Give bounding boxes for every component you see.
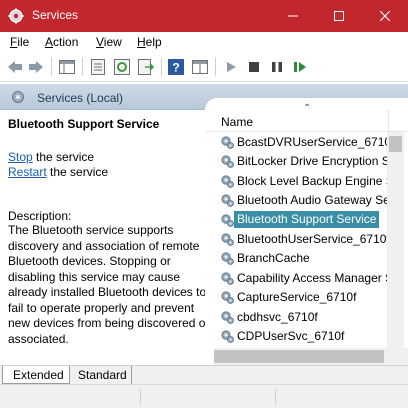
menu-file[interactable]: File [10, 35, 29, 49]
description-text: The Bluetooth service supports discovery… [8, 223, 210, 346]
menu-bar: File Action View Help [0, 32, 408, 52]
minimize-button[interactable] [270, 0, 316, 32]
service-gear-icon [219, 173, 235, 189]
services-gear-icon [8, 8, 24, 24]
service-name: BcastDVRUserService_6710f [237, 135, 395, 149]
restart-action: Restart the service [8, 165, 108, 179]
help-icon: ? [168, 59, 184, 75]
toolbar: ? [0, 52, 408, 82]
mmc-icon [192, 60, 208, 74]
service-name: BitLocker Drive Encryption S... [237, 154, 400, 169]
service-gear-icon [219, 289, 235, 305]
forward-icon [29, 61, 43, 73]
service-detail-pane: Bluetooth Support Service Stop the servi… [0, 110, 214, 365]
window-title: Services [32, 8, 79, 22]
service-gear-icon [219, 250, 235, 266]
tab-standard[interactable]: Standard [70, 366, 132, 384]
table-row[interactable]: BitLocker Drive Encryption S... [205, 151, 400, 170]
refresh-button[interactable] [113, 58, 131, 76]
maximize-icon [334, 11, 344, 21]
status-bar [0, 384, 408, 408]
service-name: Bluetooth Support Service [234, 210, 380, 228]
service-gear-icon [219, 153, 235, 169]
service-name: CaptureService_6710f [237, 290, 357, 305]
horizontal-scroll-thumb[interactable] [214, 350, 384, 363]
help-button[interactable]: ? [167, 58, 185, 76]
service-name: BluetoothUserService_6710f [237, 231, 390, 246]
services-gear-icon [12, 91, 24, 103]
table-row[interactable]: BluetoothUserService_6710f [205, 229, 390, 248]
table-row[interactable]: CDPUserSvc_6710f [205, 326, 388, 345]
tab-extended[interactable]: Extended [2, 366, 70, 384]
service-gear-icon [219, 309, 235, 325]
maximize-button[interactable] [316, 0, 362, 32]
restart-service-button[interactable] [291, 58, 309, 76]
restart-suffix: the service [46, 165, 109, 179]
stop-suffix: the service [32, 150, 95, 164]
menu-help[interactable]: Help [137, 35, 162, 49]
service-gear-icon [219, 231, 235, 247]
view-tabs: Extended Standard [0, 365, 408, 384]
properties-button[interactable] [89, 58, 107, 76]
table-row[interactable]: BranchCache [205, 248, 388, 267]
service-name: Block Level Backup Engine S... [237, 173, 404, 188]
menu-view[interactable]: View [96, 35, 122, 49]
name-column-header[interactable]: Name [205, 110, 408, 132]
svg-text:?: ? [172, 61, 179, 75]
services-list-pane: ⌃ Name BcastDVRUserService_6710f BitLocke… [205, 98, 408, 365]
stop-service-button[interactable] [245, 58, 263, 76]
pause-service-button[interactable] [268, 58, 286, 76]
description-label: Description: [8, 209, 72, 223]
selected-service-title: Bluetooth Support Service [8, 117, 160, 131]
export-icon [138, 59, 154, 75]
table-row[interactable]: Block Level Backup Engine S... [205, 171, 404, 190]
refresh-icon [114, 59, 130, 75]
service-name: BranchCache [237, 251, 310, 266]
console-tree-icon [59, 60, 75, 74]
close-button[interactable] [362, 0, 408, 32]
table-row[interactable]: Bluetooth Audio Gateway Se... [205, 190, 400, 209]
service-name: CDPUserSvc_6710f [237, 328, 345, 343]
start-service-button[interactable] [222, 58, 240, 76]
properties-icon [91, 59, 105, 75]
service-gear-icon [219, 328, 235, 344]
menu-action[interactable]: Action [45, 35, 78, 49]
services-list: BcastDVRUserService_6710f BitLocker Drive… [205, 132, 404, 345]
stop-service-link[interactable]: Stop [8, 150, 33, 164]
service-gear-icon [219, 270, 235, 286]
stop-icon [249, 62, 259, 72]
scope-label: Services (Local) [37, 91, 124, 105]
minimize-icon [288, 15, 298, 17]
close-icon [380, 11, 390, 21]
service-gear-icon [219, 134, 235, 150]
stop-action: Stop the service [8, 150, 94, 164]
name-column-label: Name [221, 115, 254, 129]
export-list-button[interactable] [137, 58, 155, 76]
table-row[interactable]: Bluetooth Support Service [205, 210, 388, 229]
service-name: Bluetooth Audio Gateway Se... [237, 193, 400, 208]
mmc-view-button[interactable] [191, 58, 209, 76]
start-icon [227, 62, 236, 72]
forward-button[interactable] [27, 58, 45, 76]
horizontal-scrollbar[interactable] [214, 348, 408, 365]
table-row[interactable]: CaptureService_6710f [205, 287, 388, 306]
vertical-scrollbar[interactable] [387, 132, 404, 348]
back-button[interactable] [6, 58, 24, 76]
table-row[interactable]: cbdhsvc_6710f [205, 307, 388, 326]
table-row[interactable]: BcastDVRUserService_6710f [205, 132, 394, 151]
title-bar: Services [0, 0, 408, 32]
restart-icon [294, 62, 306, 72]
service-name: cbdhsvc_6710f [237, 309, 318, 324]
column-divider[interactable] [388, 110, 389, 132]
service-name: Capability Access Manager S... [237, 270, 404, 285]
vertical-scroll-thumb[interactable] [389, 136, 402, 152]
table-row[interactable]: Capability Access Manager S... [205, 268, 403, 287]
service-gear-icon [219, 212, 235, 228]
back-icon [8, 61, 22, 73]
restart-service-link[interactable]: Restart [8, 165, 47, 179]
pause-icon [272, 62, 282, 72]
service-gear-icon [219, 192, 235, 208]
console-tree-button[interactable] [58, 58, 76, 76]
